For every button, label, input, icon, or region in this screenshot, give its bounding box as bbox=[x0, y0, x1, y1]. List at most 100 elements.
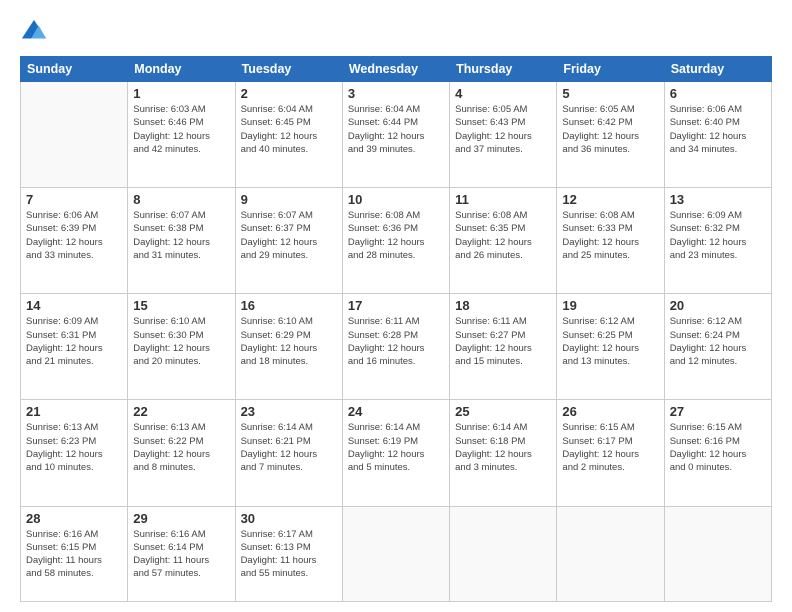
calendar-week-row: 1 Sunrise: 6:03 AM Sunset: 6:46 PM Daylig… bbox=[21, 82, 772, 188]
weekday-header: Friday bbox=[557, 57, 664, 82]
calendar-cell: 4 Sunrise: 6:05 AM Sunset: 6:43 PM Daylig… bbox=[450, 82, 557, 188]
day-info: Sunrise: 6:07 AM Sunset: 6:37 PM Dayligh… bbox=[241, 209, 337, 262]
day-number: 1 bbox=[133, 86, 229, 101]
day-number: 17 bbox=[348, 298, 444, 313]
day-number: 8 bbox=[133, 192, 229, 207]
weekday-header: Wednesday bbox=[342, 57, 449, 82]
calendar-cell: 3 Sunrise: 6:04 AM Sunset: 6:44 PM Daylig… bbox=[342, 82, 449, 188]
day-info: Sunrise: 6:16 AM Sunset: 6:14 PM Dayligh… bbox=[133, 528, 229, 581]
day-info: Sunrise: 6:05 AM Sunset: 6:42 PM Dayligh… bbox=[562, 103, 658, 156]
day-info: Sunrise: 6:11 AM Sunset: 6:28 PM Dayligh… bbox=[348, 315, 444, 368]
calendar-cell: 27 Sunrise: 6:15 AM Sunset: 6:16 PM Dayli… bbox=[664, 400, 771, 506]
day-number: 9 bbox=[241, 192, 337, 207]
calendar-cell: 18Sunrise: 6:11 AM Sunset: 6:27 PM Dayli… bbox=[450, 294, 557, 400]
day-info: Sunrise: 6:06 AM Sunset: 6:40 PM Dayligh… bbox=[670, 103, 766, 156]
logo-icon bbox=[20, 18, 48, 46]
day-info: Sunrise: 6:13 AM Sunset: 6:22 PM Dayligh… bbox=[133, 421, 229, 474]
calendar-cell: 23 Sunrise: 6:14 AM Sunset: 6:21 PM Dayli… bbox=[235, 400, 342, 506]
day-number: 6 bbox=[670, 86, 766, 101]
day-info: Sunrise: 6:12 AM Sunset: 6:24 PM Dayligh… bbox=[670, 315, 766, 368]
calendar-cell: 2 Sunrise: 6:04 AM Sunset: 6:45 PM Daylig… bbox=[235, 82, 342, 188]
day-number: 27 bbox=[670, 404, 766, 419]
day-info: Sunrise: 6:16 AM Sunset: 6:15 PM Dayligh… bbox=[26, 528, 122, 581]
day-number: 25 bbox=[455, 404, 551, 419]
day-number: 28 bbox=[26, 511, 122, 526]
calendar-cell: 6 Sunrise: 6:06 AM Sunset: 6:40 PM Daylig… bbox=[664, 82, 771, 188]
day-number: 13 bbox=[670, 192, 766, 207]
calendar-cell bbox=[557, 506, 664, 602]
calendar-cell: 24 Sunrise: 6:14 AM Sunset: 6:19 PM Dayli… bbox=[342, 400, 449, 506]
day-number: 29 bbox=[133, 511, 229, 526]
day-info: Sunrise: 6:15 AM Sunset: 6:17 PM Dayligh… bbox=[562, 421, 658, 474]
day-number: 5 bbox=[562, 86, 658, 101]
day-info: Sunrise: 6:17 AM Sunset: 6:13 PM Dayligh… bbox=[241, 528, 337, 581]
day-info: Sunrise: 6:04 AM Sunset: 6:44 PM Dayligh… bbox=[348, 103, 444, 156]
calendar-cell: 17 Sunrise: 6:11 AM Sunset: 6:28 PM Dayli… bbox=[342, 294, 449, 400]
calendar-cell: 28 Sunrise: 6:16 AM Sunset: 6:15 PM Dayli… bbox=[21, 506, 128, 602]
calendar-cell: 20Sunrise: 6:12 AM Sunset: 6:24 PM Dayli… bbox=[664, 294, 771, 400]
calendar-cell: 11 Sunrise: 6:08 AM Sunset: 6:35 PM Dayli… bbox=[450, 188, 557, 294]
calendar-cell: 1 Sunrise: 6:03 AM Sunset: 6:46 PM Daylig… bbox=[128, 82, 235, 188]
day-number: 15 bbox=[133, 298, 229, 313]
calendar-cell: 19Sunrise: 6:12 AM Sunset: 6:25 PM Dayli… bbox=[557, 294, 664, 400]
calendar-cell bbox=[450, 506, 557, 602]
day-number: 10 bbox=[348, 192, 444, 207]
weekday-header: Saturday bbox=[664, 57, 771, 82]
header bbox=[20, 18, 772, 46]
calendar-cell bbox=[21, 82, 128, 188]
calendar-cell: 8 Sunrise: 6:07 AM Sunset: 6:38 PM Daylig… bbox=[128, 188, 235, 294]
calendar-cell bbox=[342, 506, 449, 602]
day-info: Sunrise: 6:08 AM Sunset: 6:33 PM Dayligh… bbox=[562, 209, 658, 262]
calendar-week-row: 28 Sunrise: 6:16 AM Sunset: 6:15 PM Dayli… bbox=[21, 506, 772, 602]
calendar-cell: 15 Sunrise: 6:10 AM Sunset: 6:30 PM Dayli… bbox=[128, 294, 235, 400]
day-info: Sunrise: 6:11 AM Sunset: 6:27 PM Dayligh… bbox=[455, 315, 551, 368]
day-info: Sunrise: 6:06 AM Sunset: 6:39 PM Dayligh… bbox=[26, 209, 122, 262]
logo bbox=[20, 18, 52, 46]
day-number: 16 bbox=[241, 298, 337, 313]
calendar-header-row: SundayMondayTuesdayWednesdayThursdayFrid… bbox=[21, 57, 772, 82]
day-number: 11 bbox=[455, 192, 551, 207]
calendar-week-row: 14 Sunrise: 6:09 AM Sunset: 6:31 PM Dayli… bbox=[21, 294, 772, 400]
calendar-cell: 22 Sunrise: 6:13 AM Sunset: 6:22 PM Dayli… bbox=[128, 400, 235, 506]
day-info: Sunrise: 6:05 AM Sunset: 6:43 PM Dayligh… bbox=[455, 103, 551, 156]
day-number: 22 bbox=[133, 404, 229, 419]
day-info: Sunrise: 6:07 AM Sunset: 6:38 PM Dayligh… bbox=[133, 209, 229, 262]
day-number: 4 bbox=[455, 86, 551, 101]
calendar-week-row: 7Sunrise: 6:06 AM Sunset: 6:39 PM Daylig… bbox=[21, 188, 772, 294]
calendar-cell: 26Sunrise: 6:15 AM Sunset: 6:17 PM Dayli… bbox=[557, 400, 664, 506]
weekday-header: Sunday bbox=[21, 57, 128, 82]
day-info: Sunrise: 6:10 AM Sunset: 6:30 PM Dayligh… bbox=[133, 315, 229, 368]
day-number: 21 bbox=[26, 404, 122, 419]
calendar-cell: 25 Sunrise: 6:14 AM Sunset: 6:18 PM Dayli… bbox=[450, 400, 557, 506]
day-info: Sunrise: 6:15 AM Sunset: 6:16 PM Dayligh… bbox=[670, 421, 766, 474]
calendar-cell: 21 Sunrise: 6:13 AM Sunset: 6:23 PM Dayli… bbox=[21, 400, 128, 506]
day-info: Sunrise: 6:14 AM Sunset: 6:18 PM Dayligh… bbox=[455, 421, 551, 474]
page: SundayMondayTuesdayWednesdayThursdayFrid… bbox=[0, 0, 792, 612]
day-number: 2 bbox=[241, 86, 337, 101]
calendar-cell: 5 Sunrise: 6:05 AM Sunset: 6:42 PM Daylig… bbox=[557, 82, 664, 188]
day-info: Sunrise: 6:10 AM Sunset: 6:29 PM Dayligh… bbox=[241, 315, 337, 368]
day-info: Sunrise: 6:09 AM Sunset: 6:31 PM Dayligh… bbox=[26, 315, 122, 368]
day-info: Sunrise: 6:04 AM Sunset: 6:45 PM Dayligh… bbox=[241, 103, 337, 156]
day-number: 23 bbox=[241, 404, 337, 419]
calendar-cell: 29 Sunrise: 6:16 AM Sunset: 6:14 PM Dayli… bbox=[128, 506, 235, 602]
day-info: Sunrise: 6:03 AM Sunset: 6:46 PM Dayligh… bbox=[133, 103, 229, 156]
day-info: Sunrise: 6:13 AM Sunset: 6:23 PM Dayligh… bbox=[26, 421, 122, 474]
calendar-cell: 7Sunrise: 6:06 AM Sunset: 6:39 PM Daylig… bbox=[21, 188, 128, 294]
day-number: 24 bbox=[348, 404, 444, 419]
calendar-cell: 9 Sunrise: 6:07 AM Sunset: 6:37 PM Daylig… bbox=[235, 188, 342, 294]
day-info: Sunrise: 6:08 AM Sunset: 6:35 PM Dayligh… bbox=[455, 209, 551, 262]
day-number: 12 bbox=[562, 192, 658, 207]
weekday-header: Thursday bbox=[450, 57, 557, 82]
calendar-cell bbox=[664, 506, 771, 602]
calendar-week-row: 21 Sunrise: 6:13 AM Sunset: 6:23 PM Dayli… bbox=[21, 400, 772, 506]
day-info: Sunrise: 6:14 AM Sunset: 6:19 PM Dayligh… bbox=[348, 421, 444, 474]
calendar-cell: 16 Sunrise: 6:10 AM Sunset: 6:29 PM Dayli… bbox=[235, 294, 342, 400]
day-info: Sunrise: 6:12 AM Sunset: 6:25 PM Dayligh… bbox=[562, 315, 658, 368]
weekday-header: Monday bbox=[128, 57, 235, 82]
day-number: 14 bbox=[26, 298, 122, 313]
calendar-cell: 10Sunrise: 6:08 AM Sunset: 6:36 PM Dayli… bbox=[342, 188, 449, 294]
day-number: 3 bbox=[348, 86, 444, 101]
calendar-cell: 30Sunrise: 6:17 AM Sunset: 6:13 PM Dayli… bbox=[235, 506, 342, 602]
day-info: Sunrise: 6:14 AM Sunset: 6:21 PM Dayligh… bbox=[241, 421, 337, 474]
